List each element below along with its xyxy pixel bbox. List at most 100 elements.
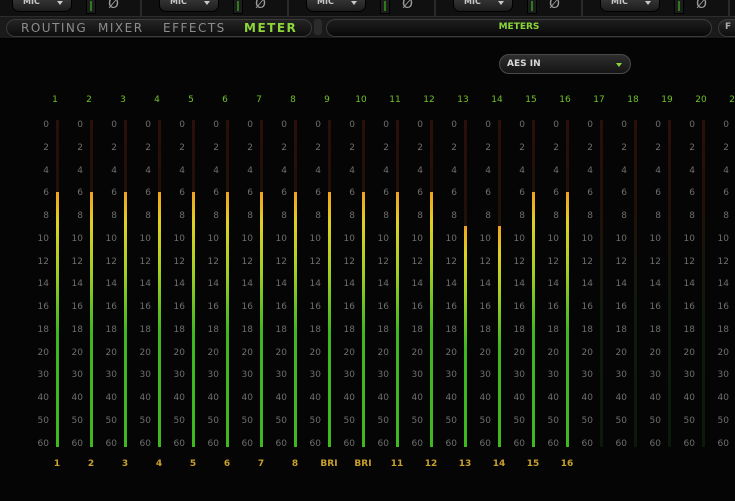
channel-number: 11 (389, 95, 401, 105)
meter-scale-label: 18 (173, 324, 185, 335)
meter-scale-label: 14 (173, 279, 185, 290)
meter-scale-label: 8 (417, 211, 423, 221)
meter-scale-label: 18 (615, 324, 627, 335)
meter-scale-label: 4 (77, 165, 83, 176)
meter-scale-label: 16 (615, 302, 627, 312)
channel-name-label: 5 (189, 459, 197, 469)
meter-scale-label: 0 (145, 120, 151, 130)
meter-scale-label: 12 (37, 256, 49, 267)
meter-scale-label: 6 (485, 188, 491, 199)
meter-scale-label: 8 (383, 211, 389, 221)
meter-scale-label: 10 (581, 233, 593, 244)
channel-number: 16 (559, 95, 571, 105)
meter-scale-label: 6 (281, 188, 287, 199)
channel-name-label: BRI (354, 459, 372, 469)
meter-scale-label: 10 (309, 233, 321, 244)
meter-level-bar (498, 226, 501, 447)
meter-scale-label: 50 (717, 415, 729, 426)
meter-scale-label: 16 (343, 302, 355, 312)
meter-level-bar (294, 192, 297, 447)
channel-name-label: 16 (560, 459, 574, 469)
channel-name-label: 13 (458, 459, 472, 469)
meter-scale-label: 50 (649, 415, 661, 426)
meter-scale-label: 60 (513, 438, 525, 449)
meter-scale-label: 8 (111, 211, 117, 221)
meter-scale-label: 10 (37, 233, 49, 244)
meter-scale-label: 2 (451, 142, 457, 153)
meter-scale-label: 6 (383, 188, 389, 199)
meter-scale-label: 4 (689, 165, 695, 176)
meter-scale-label: 10 (105, 233, 117, 244)
meter-scale-label: 0 (519, 120, 525, 130)
meter-scale-label: 10 (547, 233, 559, 244)
meter-scale-label: 60 (173, 438, 185, 449)
meter-scale-label: 30 (683, 370, 695, 381)
meter-scale-label: 0 (621, 120, 627, 130)
meter-peak-cap (396, 192, 399, 195)
meter-scale-label: 0 (451, 120, 457, 130)
meter-scale-label: 20 (649, 347, 661, 358)
meter-scale-label: 50 (615, 415, 627, 426)
channel-number: 12 (423, 95, 435, 105)
meter-scale-label: 12 (377, 256, 389, 267)
meter-scale-label: 8 (553, 211, 559, 221)
channel-number: 2 (86, 95, 92, 105)
meter-scale-label: 2 (383, 142, 389, 153)
meter-peak-cap (430, 192, 433, 195)
meter-scale-label: 6 (519, 188, 525, 199)
meter-scale-label: 14 (37, 279, 49, 290)
meter-level-bar (566, 192, 569, 447)
meter-scale-label: 40 (411, 393, 423, 403)
meter-scale-label: 14 (479, 279, 491, 290)
meter-scale-label: 10 (683, 233, 695, 244)
meter-scale-label: 40 (71, 393, 83, 403)
meter-scale-label: 50 (241, 415, 253, 426)
meter-scale-label: 30 (411, 370, 423, 381)
meter-scale-label: 6 (247, 188, 253, 199)
meter-scale-label: 40 (377, 393, 389, 403)
channel-name-label: 6 (223, 459, 231, 469)
meter-scale-label: 40 (445, 393, 457, 403)
meter-level-bar (56, 192, 59, 447)
meter-scale-label: 0 (689, 120, 695, 130)
meter-peak-cap (362, 192, 365, 195)
meter-scale-label: 20 (445, 347, 457, 358)
meter-scale-label: 12 (275, 256, 287, 267)
meter-level-bar (192, 192, 195, 447)
meter-scale-label: 8 (723, 211, 729, 221)
meter-scale-label: 0 (349, 120, 355, 130)
meter-scale-label: 60 (241, 438, 253, 449)
channel-number: 10 (355, 95, 367, 105)
meter-scale-label: 50 (547, 415, 559, 426)
meter-scale-label: 18 (275, 324, 287, 335)
meter-scale-label: 12 (547, 256, 559, 267)
meter-peak-cap (56, 192, 59, 195)
meter-scale-label: 14 (343, 279, 355, 290)
meter-scale-label: 50 (513, 415, 525, 426)
meter-scale-label: 50 (581, 415, 593, 426)
meter-scale-label: 8 (349, 211, 355, 221)
meter-scale-label: 50 (105, 415, 117, 426)
meter-scale-label: 8 (587, 211, 593, 221)
meter-scale-label: 20 (581, 347, 593, 358)
meter-scale-label: 12 (513, 256, 525, 267)
meter-scale-label: 2 (621, 142, 627, 153)
meter-scale-label: 16 (479, 302, 491, 312)
meter-level-bar (158, 192, 161, 447)
meter-scale-label: 40 (513, 393, 525, 403)
meter-scale-label: 60 (615, 438, 627, 449)
meter-scale-label: 10 (649, 233, 661, 244)
meter-peak-cap (294, 192, 297, 195)
meter-scale-label: 6 (689, 188, 695, 199)
meter-scale-label: 20 (207, 347, 219, 358)
meter-scale-label: 18 (581, 324, 593, 335)
meter-scale-label: 30 (37, 370, 49, 381)
channel-name-label: 15 (526, 459, 540, 469)
meter-scale-label: 18 (343, 324, 355, 335)
meter-track (600, 120, 603, 447)
meter-scale-label: 12 (445, 256, 457, 267)
channel-number: 9 (324, 95, 330, 105)
channel-number: 3 (120, 95, 126, 105)
meter-scale-label: 2 (519, 142, 525, 153)
channel-number: 8 (290, 95, 296, 105)
